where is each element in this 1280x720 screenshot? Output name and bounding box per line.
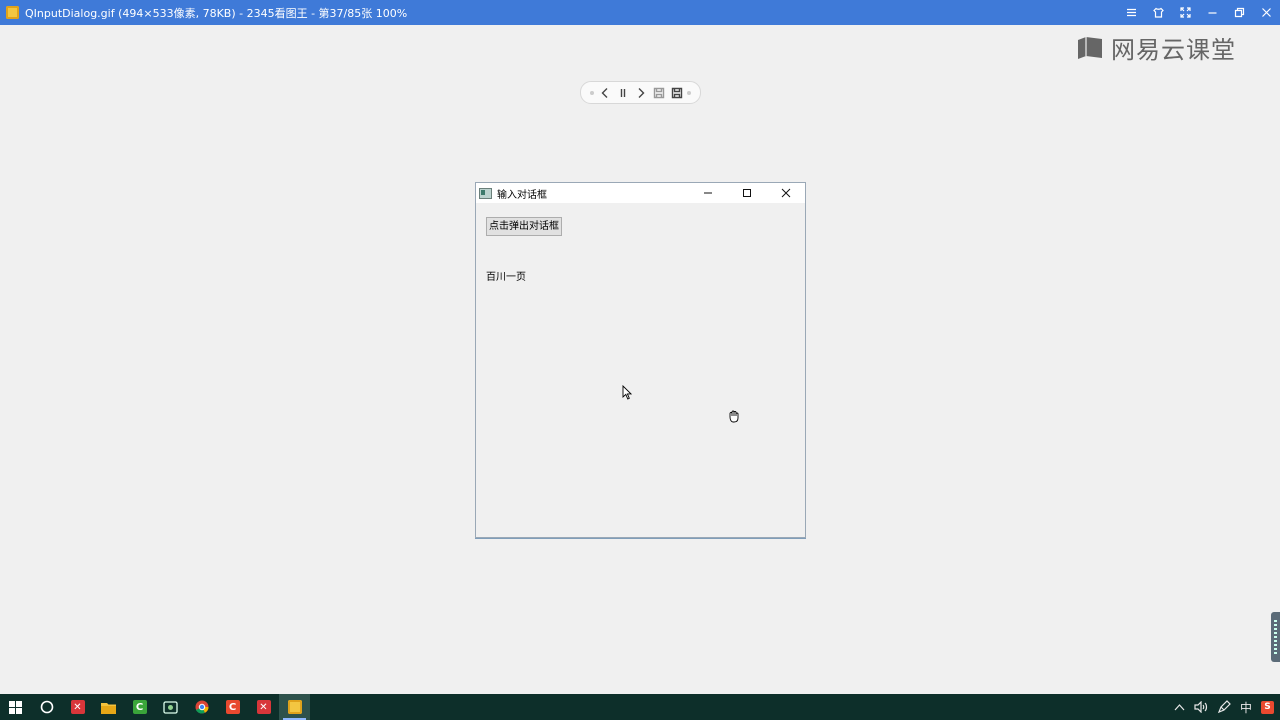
image-viewer-app-icon [6, 6, 19, 19]
side-panel-tab[interactable] [1271, 612, 1280, 662]
open-dialog-button[interactable]: 点击弹出对话框 [486, 217, 562, 236]
next-icon[interactable] [633, 85, 648, 100]
windows-start-icon[interactable] [0, 694, 31, 720]
cortana-icon[interactable] [31, 694, 62, 720]
book-logo-icon [1078, 36, 1102, 59]
volume-icon[interactable] [1194, 701, 1208, 713]
minimize-icon[interactable] [688, 183, 727, 203]
qt-window-titlebar: 输入对话框 [476, 183, 805, 203]
restore-icon[interactable] [1226, 0, 1253, 25]
close-icon[interactable] [1253, 0, 1280, 25]
xmind-red-icon[interactable]: ✕ [248, 694, 279, 720]
minimize-icon[interactable] [1199, 0, 1226, 25]
toolbar-left-grip [590, 90, 594, 95]
save-as-icon[interactable] [669, 85, 684, 100]
menu-icon[interactable] [1118, 0, 1145, 25]
xmind-icon[interactable]: ✕ [62, 694, 93, 720]
viewer-titlebar: QInputDialog.gif (494×533像素, 78KB) - 234… [0, 0, 1280, 25]
show-hidden-icons-icon[interactable] [1174, 703, 1185, 711]
system-tray: 中 S [1174, 694, 1274, 720]
viewer-title-controls [1118, 0, 1280, 25]
input-method-indicator[interactable]: 中 [1240, 699, 1252, 716]
qt-window-title: 输入对话框 [497, 189, 547, 201]
save-icon[interactable] [651, 85, 666, 100]
toolbar-right-grip [687, 90, 691, 95]
qt-input-dialog-window: 输入对话框 点击弹出对话框 百川一页 [475, 182, 806, 538]
watermark-text: 网易云课堂 [1111, 36, 1236, 64]
qt-window-icon [479, 187, 492, 199]
watermark-logo: 网易云课堂 [1077, 30, 1236, 65]
sogou-ime-icon[interactable]: S [1261, 700, 1274, 714]
qt-window-controls [688, 183, 805, 203]
mouse-cursor-icon [622, 385, 632, 400]
screenshot-tool-icon[interactable] [155, 694, 186, 720]
result-label: 百川一页 [486, 272, 526, 283]
file-explorer-icon[interactable] [93, 694, 124, 720]
viewer-window-title: QInputDialog.gif (494×533像素, 78KB) - 234… [25, 6, 408, 20]
windows-taskbar: ✕ C C ✕ 中 S [0, 694, 1280, 720]
chrome-icon[interactable] [186, 694, 217, 720]
pen-icon[interactable] [1217, 700, 1231, 714]
hand-cursor-icon [729, 410, 739, 423]
fullscreen-icon[interactable] [1172, 0, 1199, 25]
camtasia-icon[interactable]: C [124, 694, 155, 720]
maximize-icon[interactable] [727, 183, 766, 203]
previous-icon[interactable] [597, 85, 612, 100]
image-viewer-icon[interactable] [279, 694, 310, 720]
pause-icon[interactable] [615, 85, 630, 100]
app-c-icon[interactable]: C [217, 694, 248, 720]
skin-icon[interactable] [1145, 0, 1172, 25]
viewer-playback-toolbar [580, 81, 701, 104]
close-icon[interactable] [766, 183, 805, 203]
